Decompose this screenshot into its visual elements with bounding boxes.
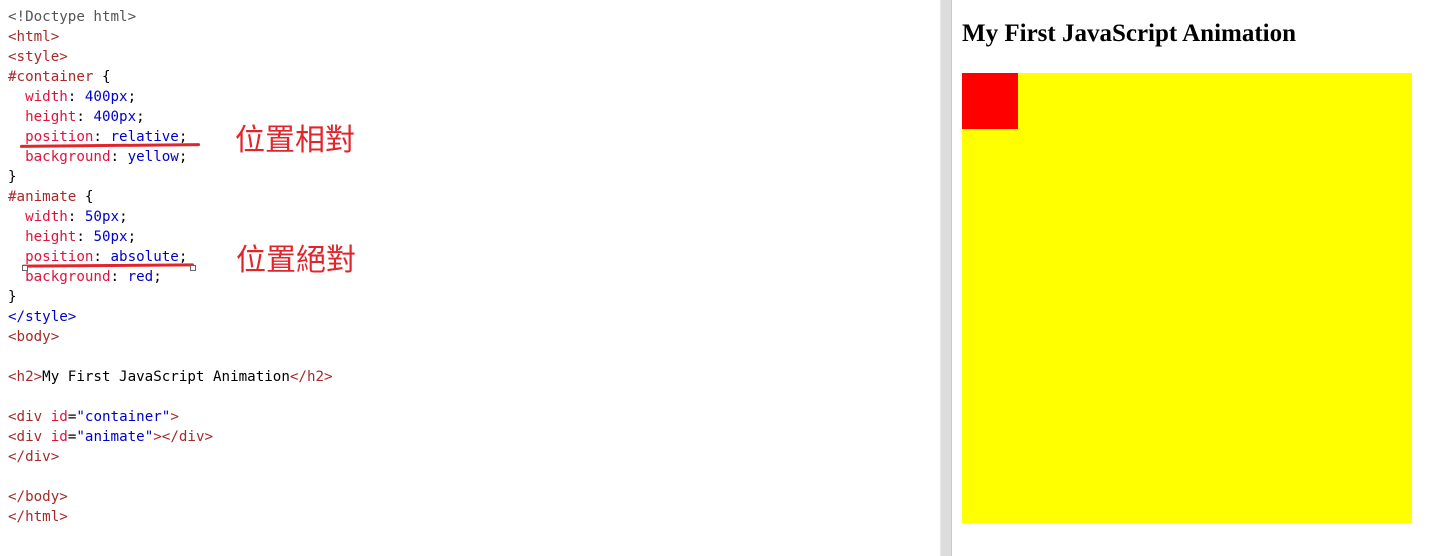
code-line[interactable] <box>8 467 333 487</box>
code-token: </style> <box>8 309 77 325</box>
code-token: > <box>170 409 179 425</box>
underline-resize-handle-right[interactable] <box>190 265 196 271</box>
code-token: 50px <box>93 229 128 245</box>
code-token: { <box>93 69 111 85</box>
code-token: { <box>76 189 94 205</box>
result-preview-pane: My First JavaScript Animation <box>952 0 1441 556</box>
code-token: } <box>8 289 17 305</box>
code-line[interactable]: </body> <box>8 487 333 507</box>
code-token: background <box>8 269 111 285</box>
code-token: height <box>8 229 77 245</box>
underline-resize-handle-left[interactable] <box>22 265 28 271</box>
code-line[interactable]: <!Doctype html> <box>8 7 333 27</box>
code-line[interactable]: <style> <box>8 47 333 67</box>
code-token: : <box>76 229 94 245</box>
code-token: position <box>8 129 94 145</box>
code-token: <body> <box>8 329 60 345</box>
code-line[interactable]: <div id="container"> <box>8 407 333 427</box>
code-token: ; <box>119 209 128 225</box>
code-token: </body> <box>8 489 68 505</box>
code-token: 400px <box>84 89 128 105</box>
code-token: <!Doctype html> <box>8 9 137 25</box>
code-token: My First JavaScript Animation <box>42 369 290 385</box>
code-token: 50px <box>84 209 120 225</box>
code-line[interactable] <box>8 347 333 367</box>
annotation-absolute: 位置絕對 <box>236 243 356 278</box>
code-token: 400px <box>93 109 137 125</box>
code-token: </h2> <box>289 369 333 385</box>
code-token: ; <box>136 109 145 125</box>
code-token: #container <box>8 69 94 85</box>
app-root: <!Doctype html> <html> <style> #container {… <box>0 0 1441 556</box>
code-line[interactable]: </html> <box>8 507 333 527</box>
code-line[interactable]: </style> <box>8 307 333 327</box>
code-token: : <box>93 129 111 145</box>
code-token: "animate" <box>76 429 154 445</box>
code-token: <h2> <box>8 369 43 385</box>
code-token: : <box>67 209 85 225</box>
code-token: ; <box>153 269 162 285</box>
code-token: <div <box>8 409 51 425</box>
code-editor-pane[interactable]: <!Doctype html> <html> <style> #container {… <box>0 0 940 556</box>
pane-splitter[interactable] <box>940 0 952 556</box>
code-line[interactable]: <div id="animate"></div> <box>8 427 333 447</box>
code-token: position <box>8 249 94 265</box>
code-token: ; <box>127 89 137 105</box>
code-token: </html> <box>8 509 68 525</box>
code-line[interactable]: width: 50px; <box>8 207 333 227</box>
code-token: width <box>8 209 68 225</box>
code-line[interactable]: #container { <box>8 67 333 87</box>
code-token: id <box>50 409 68 425</box>
code-token: ; <box>178 149 188 165</box>
code-token: <style> <box>8 49 68 65</box>
code-token: red <box>127 269 154 285</box>
code-line[interactable]: <h2>My First JavaScript Animation</h2> <box>8 367 333 387</box>
code-line[interactable] <box>8 387 333 407</box>
code-line[interactable]: </div> <box>8 447 333 467</box>
code-token: background <box>8 149 111 165</box>
code-line[interactable]: } <box>8 167 333 187</box>
code-token: ; <box>127 229 137 245</box>
annotation-relative: 位置相對 <box>235 123 355 158</box>
code-token: id <box>50 429 68 445</box>
code-token: </div> <box>8 449 60 465</box>
code-token: } <box>8 169 17 185</box>
code-token: : <box>76 109 94 125</box>
code-token: : <box>93 249 111 265</box>
code-line[interactable]: width: 400px; <box>8 87 333 107</box>
code-token: yellow <box>127 149 179 165</box>
code-token: : <box>110 149 128 165</box>
code-token: #animate <box>8 189 77 205</box>
code-token: <div <box>8 429 51 445</box>
code-token: "container" <box>76 409 171 425</box>
code-token: : <box>110 269 128 285</box>
animate-box <box>962 73 1018 129</box>
code-token: height <box>8 109 77 125</box>
code-line[interactable]: <body> <box>8 327 333 347</box>
code-line[interactable]: <html> <box>8 27 333 47</box>
result-heading: My First JavaScript Animation <box>962 20 1297 47</box>
code-token: ></div> <box>153 429 214 445</box>
code-token: width <box>8 89 68 105</box>
container-box <box>962 73 1412 523</box>
code-line[interactable]: } <box>8 287 333 307</box>
code-token: : <box>67 89 85 105</box>
code-token: <html> <box>8 29 60 45</box>
code-line[interactable]: #animate { <box>8 187 333 207</box>
